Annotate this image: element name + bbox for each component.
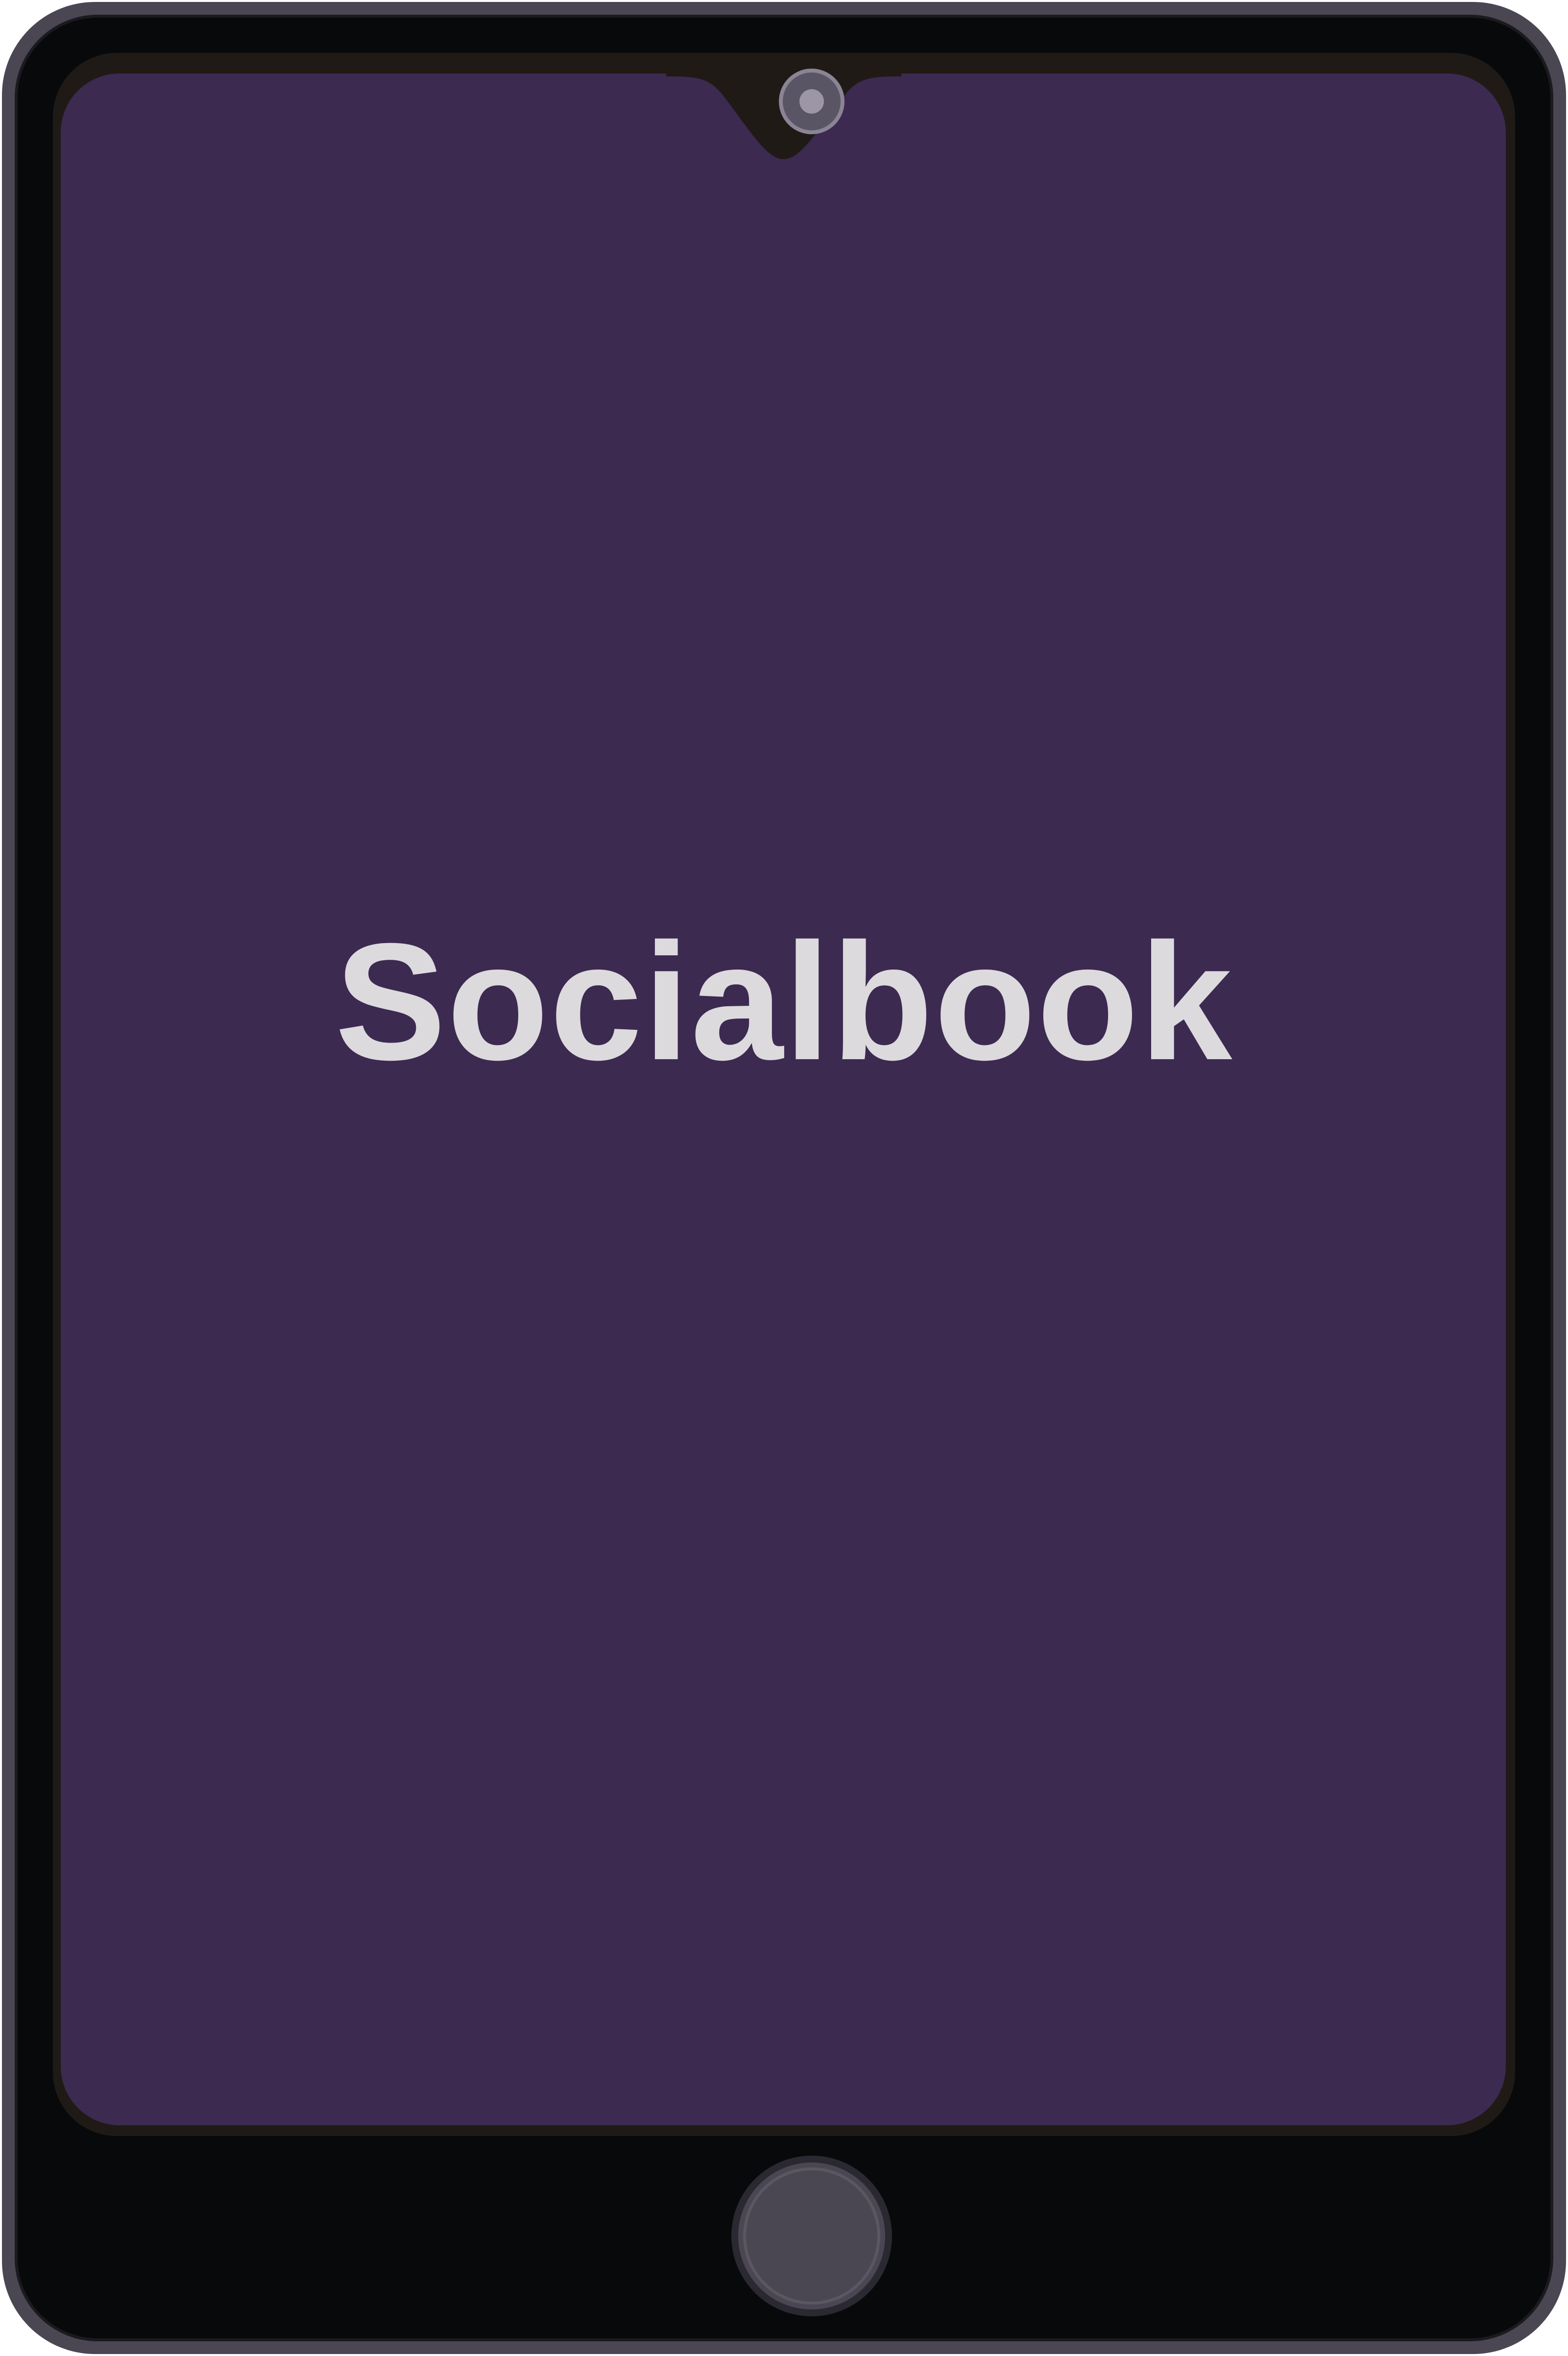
front-camera-icon [779, 69, 844, 134]
app-title: Socialbook [335, 909, 1233, 1095]
home-button-ring [743, 2167, 880, 2305]
home-button[interactable] [731, 2156, 892, 2316]
camera-lens [799, 89, 824, 114]
app-screen[interactable] [61, 73, 1506, 2125]
